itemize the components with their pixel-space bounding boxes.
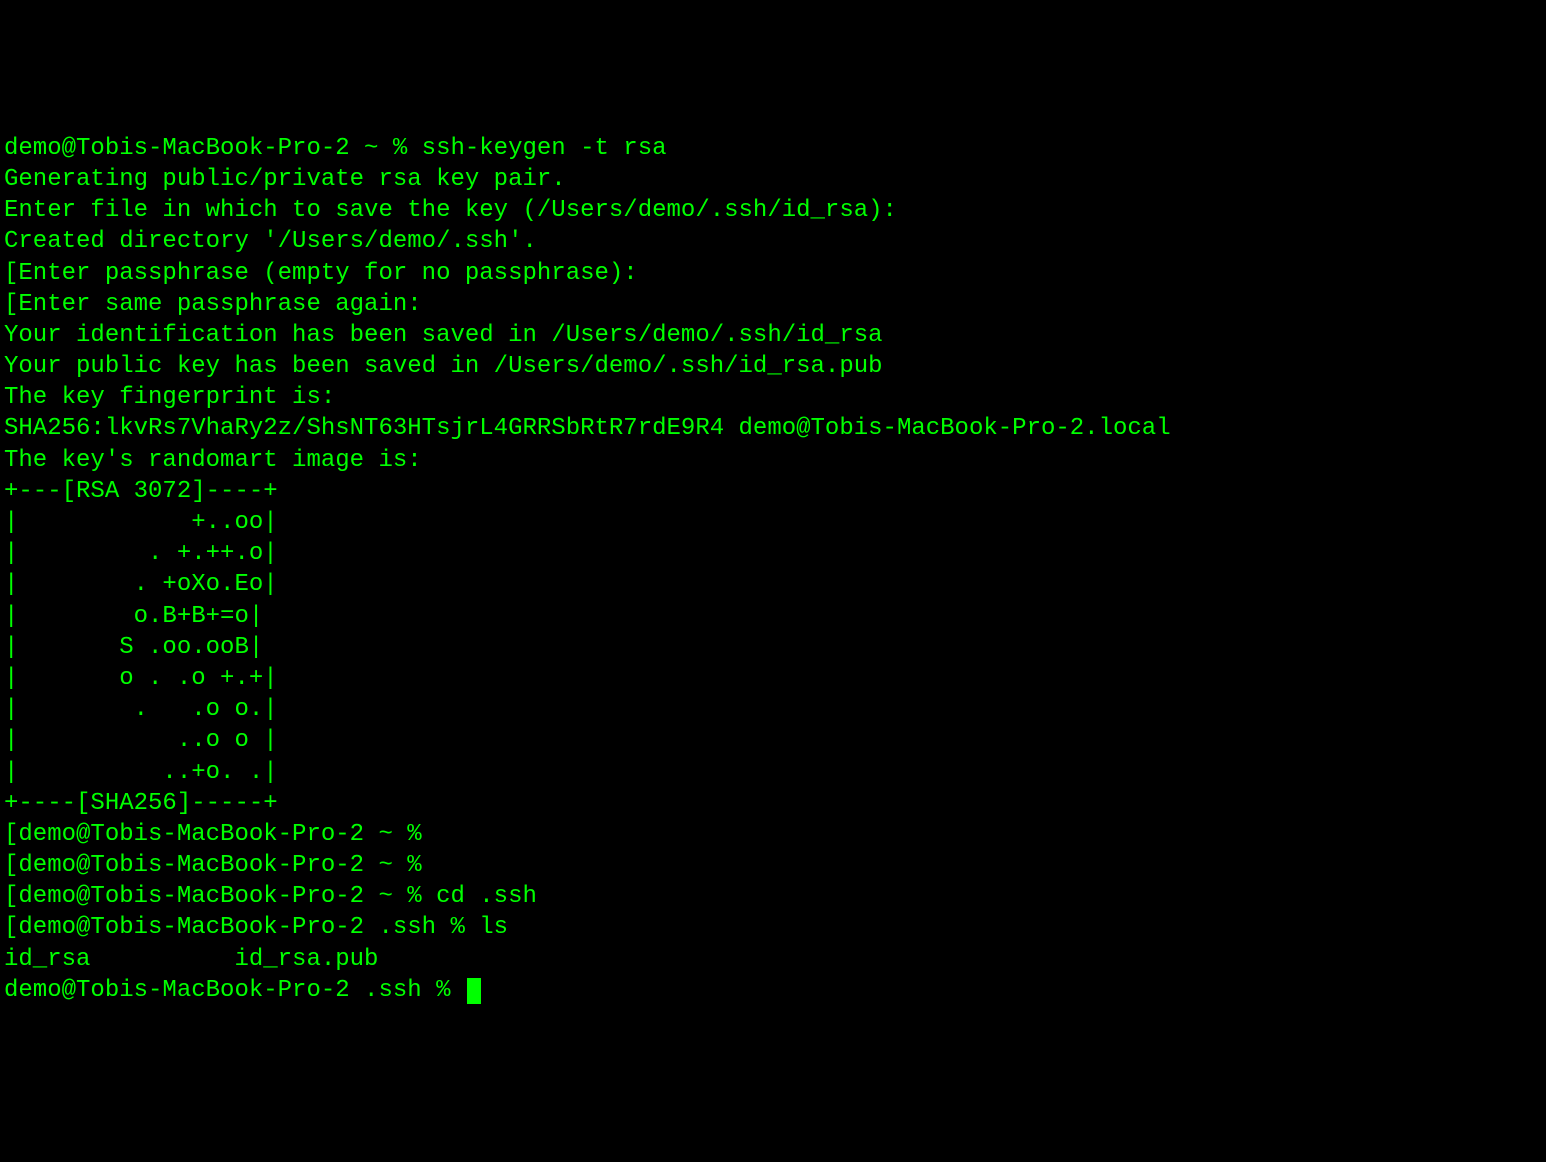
terminal-output[interactable]: demo@Tobis-MacBook-Pro-2 ~ % ssh-keygen … — [4, 133, 1542, 1006]
terminal-prompt-line[interactable]: demo@Tobis-MacBook-Pro-2 .ssh % — [4, 975, 1542, 1006]
terminal-line: +----[SHA256]-----+ — [4, 788, 1542, 819]
terminal-line: Created directory '/Users/demo/.ssh'. — [4, 226, 1542, 257]
terminal-line: The key fingerprint is: — [4, 382, 1542, 413]
terminal-line: +---[RSA 3072]----+ — [4, 476, 1542, 507]
terminal-line: | +..oo| — [4, 507, 1542, 538]
terminal-line: | ..+o. .| — [4, 757, 1542, 788]
terminal-line: demo@Tobis-MacBook-Pro-2 ~ % ssh-keygen … — [4, 133, 1542, 164]
terminal-line: | . +.++.o| — [4, 538, 1542, 569]
terminal-line: [Enter same passphrase again: — [4, 289, 1542, 320]
terminal-line: Enter file in which to save the key (/Us… — [4, 195, 1542, 226]
terminal-line: The key's randomart image is: — [4, 445, 1542, 476]
terminal-line: | . .o o.| — [4, 694, 1542, 725]
terminal-line: id_rsa id_rsa.pub — [4, 944, 1542, 975]
terminal-line: | ..o o | — [4, 725, 1542, 756]
terminal-line: [Enter passphrase (empty for no passphra… — [4, 258, 1542, 289]
terminal-line: | o.B+B+=o| — [4, 601, 1542, 632]
terminal-line: SHA256:lkvRs7VhaRy2z/ShsNT63HTsjrL4GRRSb… — [4, 413, 1542, 444]
terminal-prompt: demo@Tobis-MacBook-Pro-2 .ssh % — [4, 977, 465, 1004]
cursor-icon — [467, 978, 481, 1004]
terminal-line: | S .oo.ooB| — [4, 632, 1542, 663]
terminal-line: Generating public/private rsa key pair. — [4, 164, 1542, 195]
terminal-line: | o . .o +.+| — [4, 663, 1542, 694]
terminal-line: [demo@Tobis-MacBook-Pro-2 ~ % — [4, 850, 1542, 881]
terminal-line: | . +oXo.Eo| — [4, 569, 1542, 600]
terminal-line: [demo@Tobis-MacBook-Pro-2 ~ % cd .ssh — [4, 881, 1542, 912]
terminal-line: Your public key has been saved in /Users… — [4, 351, 1542, 382]
terminal-line: Your identification has been saved in /U… — [4, 320, 1542, 351]
terminal-line: [demo@Tobis-MacBook-Pro-2 .ssh % ls — [4, 912, 1542, 943]
terminal-line: [demo@Tobis-MacBook-Pro-2 ~ % — [4, 819, 1542, 850]
